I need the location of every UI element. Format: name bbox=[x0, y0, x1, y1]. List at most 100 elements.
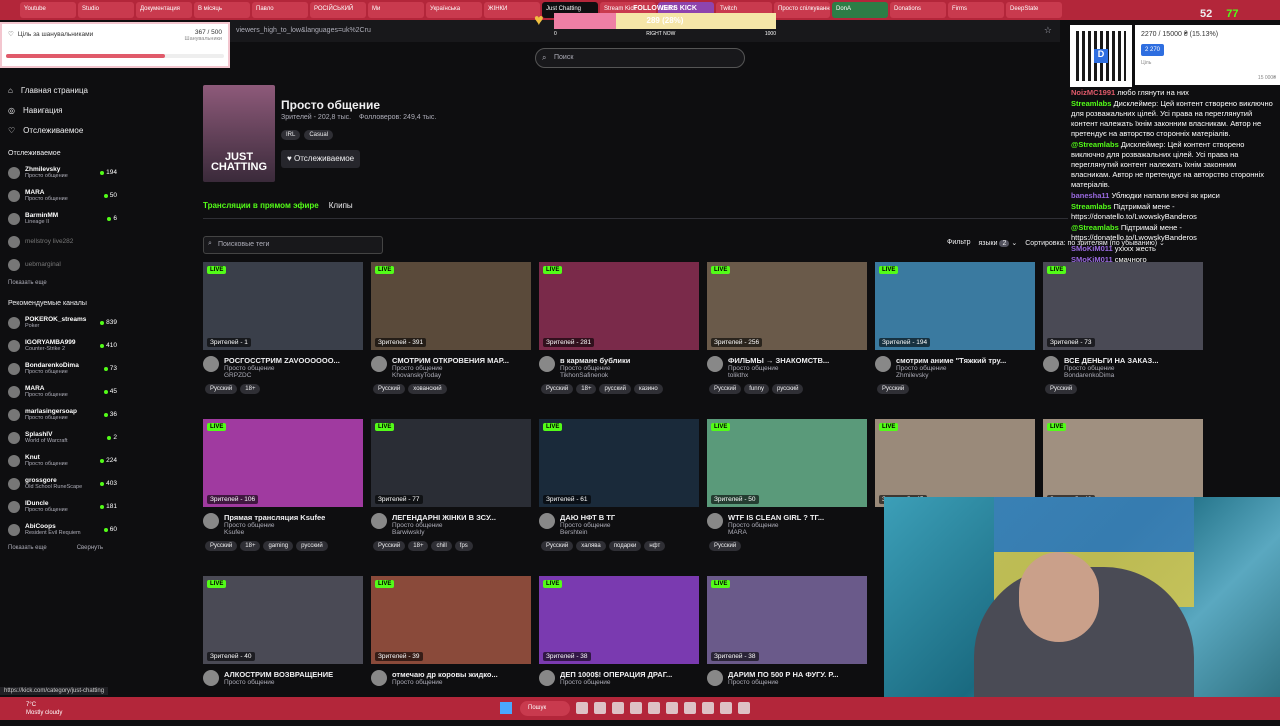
streamer-avatar[interactable] bbox=[203, 356, 219, 372]
stream-title[interactable]: ФИЛЬМЫ → ЗНАКОМСТВ... bbox=[728, 356, 863, 365]
stream-title[interactable]: отмечаю др коровы жидко... bbox=[392, 670, 527, 679]
sidebar-channel[interactable]: uebmarginal bbox=[0, 253, 125, 276]
stream-category[interactable]: Просто общение bbox=[728, 679, 863, 686]
weather-widget[interactable]: 7°C Mostly cloudy bbox=[26, 701, 62, 717]
streamer-name[interactable]: tolikthx bbox=[728, 372, 863, 379]
stream-card[interactable]: LIVE Зрителей - 77 ЛЕГЕНДАРНІ ЖІНКИ В ЗСУ.… bbox=[371, 419, 531, 569]
stream-tag[interactable]: 18+ bbox=[240, 541, 261, 551]
telegram-icon[interactable] bbox=[666, 702, 678, 714]
tag-search-input[interactable]: ⌕ Поисковые теги bbox=[203, 236, 383, 254]
taskbar-search[interactable]: Пошук bbox=[520, 701, 570, 716]
stream-tag[interactable]: Русский bbox=[1045, 384, 1078, 394]
stream-thumbnail[interactable]: LIVE Зрителей - 38 bbox=[707, 576, 867, 664]
sidebar-channel[interactable]: grossgore Old School RuneScape 403 bbox=[0, 472, 125, 495]
stream-category[interactable]: Просто общение bbox=[728, 522, 863, 529]
streamer-avatar[interactable] bbox=[1043, 356, 1059, 372]
stream-tag[interactable]: Русский bbox=[541, 384, 574, 394]
stream-category[interactable]: Просто общение bbox=[392, 522, 527, 529]
browser-tab[interactable]: Українська bbox=[426, 2, 482, 18]
stream-tag[interactable]: Русский bbox=[877, 384, 910, 394]
stream-category[interactable]: Просто общение bbox=[560, 679, 695, 686]
browser-tab[interactable]: Просто спілкування bbox=[774, 2, 830, 18]
sidebar-channel[interactable]: mellstroy live282 bbox=[0, 230, 125, 253]
streamer-name[interactable]: Zhmilevsky bbox=[896, 372, 1031, 379]
stream-tag[interactable]: gaming bbox=[263, 541, 294, 551]
stream-title[interactable]: WTF IS CLEAN GIRL ? ТГ... bbox=[728, 513, 863, 522]
stream-title[interactable]: Прямая трансляция Ksufee bbox=[224, 513, 359, 522]
app-icon[interactable] bbox=[738, 702, 750, 714]
stream-card[interactable]: LIVE Зрителей - 281 в кармане бублики Прост… bbox=[539, 262, 699, 412]
windows-start-icon[interactable] bbox=[500, 702, 512, 714]
stream-category[interactable]: Просто общение bbox=[560, 522, 695, 529]
show-more-recommended-button[interactable]: Показать еще bbox=[8, 545, 47, 551]
stream-card[interactable]: LIVE Зрителей - 391 СМОТРИМ ОТКРОВЕНИЯ МАР… bbox=[371, 262, 531, 412]
streamer-avatar[interactable] bbox=[707, 670, 723, 686]
streamer-avatar[interactable] bbox=[875, 356, 891, 372]
browser-tab[interactable]: В місяць bbox=[194, 2, 250, 18]
streamer-avatar[interactable] bbox=[203, 670, 219, 686]
stream-title[interactable]: смотрим аниме "Тяжкий тру... bbox=[896, 356, 1031, 365]
stream-tag[interactable]: Русский bbox=[373, 384, 406, 394]
sidebar-channel[interactable]: MARA Просто общение 45 bbox=[0, 380, 125, 403]
file-explorer-icon[interactable] bbox=[576, 702, 588, 714]
stream-card[interactable]: LIVE Зрителей - 194 смотрим аниме "Тяжкий … bbox=[875, 262, 1035, 412]
stream-tag[interactable]: 18+ bbox=[240, 384, 261, 394]
stream-tag[interactable]: Русский bbox=[709, 384, 742, 394]
stream-tag[interactable]: Русский bbox=[205, 384, 238, 394]
stream-thumbnail[interactable]: LIVE Зрителей - 39 bbox=[371, 576, 531, 664]
category-tag[interactable]: IRL bbox=[281, 130, 301, 140]
stream-title[interactable]: ЛЕГЕНДАРНІ ЖІНКИ В ЗСУ... bbox=[392, 513, 527, 522]
stream-tag[interactable]: хованский bbox=[408, 384, 447, 394]
stream-tag[interactable]: funny bbox=[744, 384, 769, 394]
streamer-name[interactable]: Bershtein bbox=[560, 529, 695, 536]
tab-clips[interactable]: Клипы bbox=[329, 201, 353, 210]
stream-tag[interactable]: русский bbox=[599, 384, 631, 394]
obs-icon[interactable] bbox=[684, 702, 696, 714]
sidebar-channel[interactable]: AbiCoops Resident Evil Requiem 60 bbox=[0, 518, 125, 541]
streamer-name[interactable]: KhovanskyToday bbox=[392, 372, 527, 379]
stream-thumbnail[interactable]: LIVEЗрителей - 45 bbox=[875, 419, 1035, 507]
star-icon[interactable]: ☆ bbox=[1044, 25, 1052, 36]
streamer-avatar[interactable] bbox=[707, 513, 723, 529]
search-input[interactable]: ⌕ Поиск bbox=[535, 48, 745, 68]
sidebar-channel[interactable]: Zhmilevsky Просто общение 194 bbox=[0, 161, 125, 184]
stream-title[interactable]: в кармане бублики bbox=[560, 356, 695, 365]
browser-tab[interactable]: Donations bbox=[890, 2, 946, 18]
browser-tab[interactable]: Документация bbox=[136, 2, 192, 18]
chrome-icon[interactable] bbox=[630, 702, 642, 714]
stream-thumbnail[interactable]: LIVE Зрителей - 38 bbox=[539, 576, 699, 664]
streamer-avatar[interactable] bbox=[539, 670, 555, 686]
stream-thumbnail[interactable]: LIVE Зрителей - 281 bbox=[539, 262, 699, 350]
stream-title[interactable]: ДАЮ НФТ В ТГ bbox=[560, 513, 695, 522]
nav-item[interactable]: ♡ Отслеживаемое bbox=[0, 120, 125, 140]
stream-tag[interactable]: русский bbox=[296, 541, 328, 551]
streamer-name[interactable]: Ksufee bbox=[224, 529, 359, 536]
stream-tag[interactable]: Русский bbox=[541, 541, 574, 551]
browser-tab[interactable]: DonA bbox=[832, 2, 888, 18]
follow-category-button[interactable]: ♥ Отслеживаемое bbox=[281, 150, 361, 168]
stream-thumbnail[interactable]: LIVE Зрителей - 77 bbox=[371, 419, 531, 507]
category-tag[interactable]: Casual bbox=[304, 130, 334, 140]
streamer-name[interactable]: GRPZDC bbox=[224, 372, 359, 379]
stream-tag[interactable]: Русский bbox=[205, 541, 238, 551]
stream-tag[interactable]: русский bbox=[771, 384, 804, 394]
browser-tab[interactable]: РОСІЙСЬКИЙ bbox=[310, 2, 366, 18]
folder-icon[interactable] bbox=[612, 702, 624, 714]
streamer-name[interactable]: TikhonSafinenok bbox=[560, 372, 695, 379]
streamer-avatar[interactable] bbox=[539, 356, 555, 372]
sidebar-channel[interactable]: POKEROK_streams Poker 839 bbox=[0, 311, 125, 334]
stream-thumbnail[interactable]: LIVE Зрителей - 40 bbox=[203, 576, 363, 664]
nav-item[interactable]: ⌂ Главная страница bbox=[0, 80, 125, 100]
sidebar-channel[interactable]: BondarenkoDima Просто общение 73 bbox=[0, 357, 125, 380]
stream-category[interactable]: Просто общение bbox=[224, 365, 359, 372]
stream-thumbnail[interactable]: LIVE Зрителей - 1 bbox=[203, 262, 363, 350]
browser-icon[interactable] bbox=[594, 702, 606, 714]
show-more-button[interactable]: Показать еще bbox=[8, 280, 47, 286]
stream-thumbnail[interactable]: LIVE Зрителей - 391 bbox=[371, 262, 531, 350]
stream-card[interactable]: LIVE Зрителей - 61 ДАЮ НФТ В ТГ Просто обще… bbox=[539, 419, 699, 569]
sidebar-channel[interactable]: MARA Просто общение 50 bbox=[0, 184, 125, 207]
stream-tag[interactable]: 18+ bbox=[408, 541, 429, 551]
stream-category[interactable]: Просто общение bbox=[224, 522, 359, 529]
tab-live[interactable]: Трансляции в прямом эфире bbox=[203, 201, 319, 210]
stream-card[interactable]: LIVE Зрителей - 106 Прямая трансляция Ksuf… bbox=[203, 419, 363, 569]
